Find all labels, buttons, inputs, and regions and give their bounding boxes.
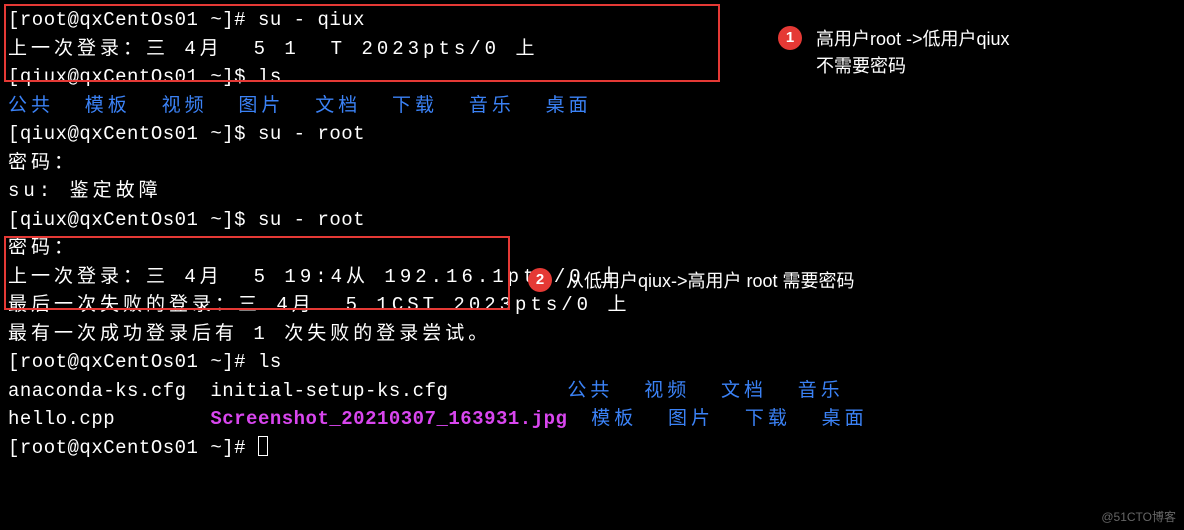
prompt-line-5: [root@qxCentOs01 ~]# ls	[8, 348, 1176, 377]
command: ls	[258, 351, 282, 373]
badge-2: 2	[528, 268, 552, 292]
command: su - qiux	[258, 9, 365, 31]
password-prompt-1: 密码：	[8, 149, 1176, 178]
annotation-1: 1 高用户root ->低用户qiux 不需要密码	[778, 26, 1010, 80]
annotation-1-text: 高用户root ->低用户qiux 不需要密码	[816, 26, 1010, 80]
auth-failure: su: 鉴定故障	[8, 177, 1176, 206]
output-failed-attempts: 最有一次成功登录后有 1 次失败的登录尝试。	[8, 320, 1176, 349]
output-last-failed: 最后一次失败的登录：三 4月 5 1CST 2023pts/0 上	[8, 291, 1176, 320]
prompt: [root@qxCentOs01 ~]#	[8, 9, 258, 31]
command: ls	[258, 66, 282, 88]
prompt-line-3: [qiux@qxCentOs01 ~]$ su - root	[8, 120, 1176, 149]
prompt-line-6[interactable]: [root@qxCentOs01 ~]#	[8, 434, 1176, 463]
annotation-2: 2 从低用户qiux->高用户 root 需要密码	[528, 268, 855, 295]
prompt: [qiux@qxCentOs01 ~]$	[8, 123, 258, 145]
command: su - root	[258, 209, 365, 231]
prompt: [qiux@qxCentOs01 ~]$	[8, 209, 258, 231]
ls-output-row-1: anaconda-ks.cfg initial-setup-ks.cfg 公共 …	[8, 377, 1176, 406]
ls-output-1: 公共 模板 视频 图片 文档 下载 音乐 桌面	[8, 92, 1176, 121]
prompt-line-4: [qiux@qxCentOs01 ~]$ su - root	[8, 206, 1176, 235]
prompt: [qiux@qxCentOs01 ~]$	[8, 66, 258, 88]
prompt: [root@qxCentOs01 ~]#	[8, 437, 258, 459]
watermark: @51CTO博客	[1101, 508, 1176, 526]
cursor-icon	[258, 436, 268, 456]
command: su - root	[258, 123, 365, 145]
prompt: [root@qxCentOs01 ~]#	[8, 351, 258, 373]
password-prompt-2: 密码：	[8, 234, 1176, 263]
badge-1: 1	[778, 26, 802, 50]
annotation-2-text: 从低用户qiux->高用户 root 需要密码	[566, 268, 855, 295]
ls-output-row-2: hello.cpp Screenshot_20210307_163931.jpg…	[8, 405, 1176, 434]
